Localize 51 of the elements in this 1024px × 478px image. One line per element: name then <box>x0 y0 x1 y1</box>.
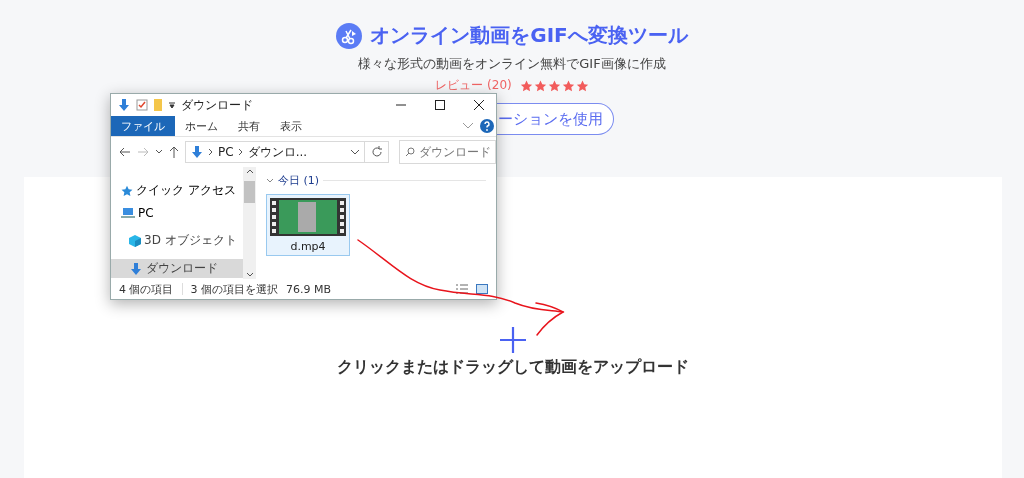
nav-item[interactable]: クイック アクセス <box>111 181 243 200</box>
selection-count: 3 個の項目を選択 <box>190 281 278 297</box>
details-view-icon[interactable] <box>456 284 468 294</box>
chevron-right-icon <box>208 148 214 156</box>
star-icon <box>121 184 133 197</box>
download-arrow-icon <box>117 98 131 112</box>
large-icons-view-icon[interactable] <box>476 284 488 294</box>
breadcrumb-segment[interactable]: PC <box>218 145 234 159</box>
computer-icon <box>121 206 135 219</box>
plus-icon <box>500 327 526 353</box>
ribbon-tab[interactable]: ファイル <box>111 116 175 136</box>
maximize-icon <box>435 100 445 110</box>
cube-icon <box>129 234 141 247</box>
use-app-button[interactable]: ーションを使用 <box>496 103 614 135</box>
refresh-button[interactable] <box>365 141 389 163</box>
page-title: オンライン動画をGIFへ変換ツール <box>370 22 688 49</box>
back-button[interactable] <box>119 147 131 157</box>
ribbon-tab[interactable]: ホーム <box>175 116 228 136</box>
breadcrumb-segment[interactable]: ダウンロ... <box>247 143 308 161</box>
scrollbar[interactable] <box>243 167 256 279</box>
upload-instruction: クリックまたはドラッグして動画をアップロード <box>337 357 689 378</box>
help-icon[interactable] <box>480 119 494 133</box>
download-icon <box>129 261 143 276</box>
chevron-down-icon[interactable] <box>266 177 274 184</box>
up-button[interactable] <box>169 146 179 158</box>
video-thumbnail-icon <box>270 198 346 236</box>
download-arrow-icon <box>190 145 204 159</box>
search-field[interactable]: ダウンロード <box>399 140 496 164</box>
chevron-down-icon[interactable] <box>350 149 360 155</box>
scissors-logo-icon <box>336 22 363 49</box>
window-title: ダウンロード <box>181 96 254 114</box>
search-icon <box>405 147 415 157</box>
properties-icon[interactable] <box>136 99 148 111</box>
item-count: 4 個の項目 <box>119 281 174 297</box>
address-bar[interactable]: PC ダウンロ... <box>185 141 365 163</box>
file-item[interactable]: d.mp4 <box>266 194 350 256</box>
ribbon-tab[interactable]: 共有 <box>228 116 270 136</box>
ribbon-tab[interactable]: 表示 <box>270 116 312 136</box>
chevron-up-icon[interactable] <box>245 167 254 175</box>
close-icon <box>474 100 484 110</box>
chevron-right-icon <box>237 148 244 156</box>
refresh-icon <box>370 146 383 158</box>
selection-size: 76.9 MB <box>286 282 332 296</box>
nav-item[interactable]: ダウンロード <box>111 259 243 278</box>
chevron-down-icon[interactable] <box>245 271 254 279</box>
dropdown-icon[interactable] <box>168 101 176 109</box>
nav-item[interactable]: PC <box>111 203 243 222</box>
page-subtitle: 様々な形式の動画をオンライン無料でGIF画像に作成 <box>358 55 666 73</box>
scrollbar-thumb[interactable] <box>244 181 255 203</box>
nav-item[interactable]: 3D オブジェクト <box>111 231 243 250</box>
recent-locations-button[interactable] <box>155 149 163 155</box>
